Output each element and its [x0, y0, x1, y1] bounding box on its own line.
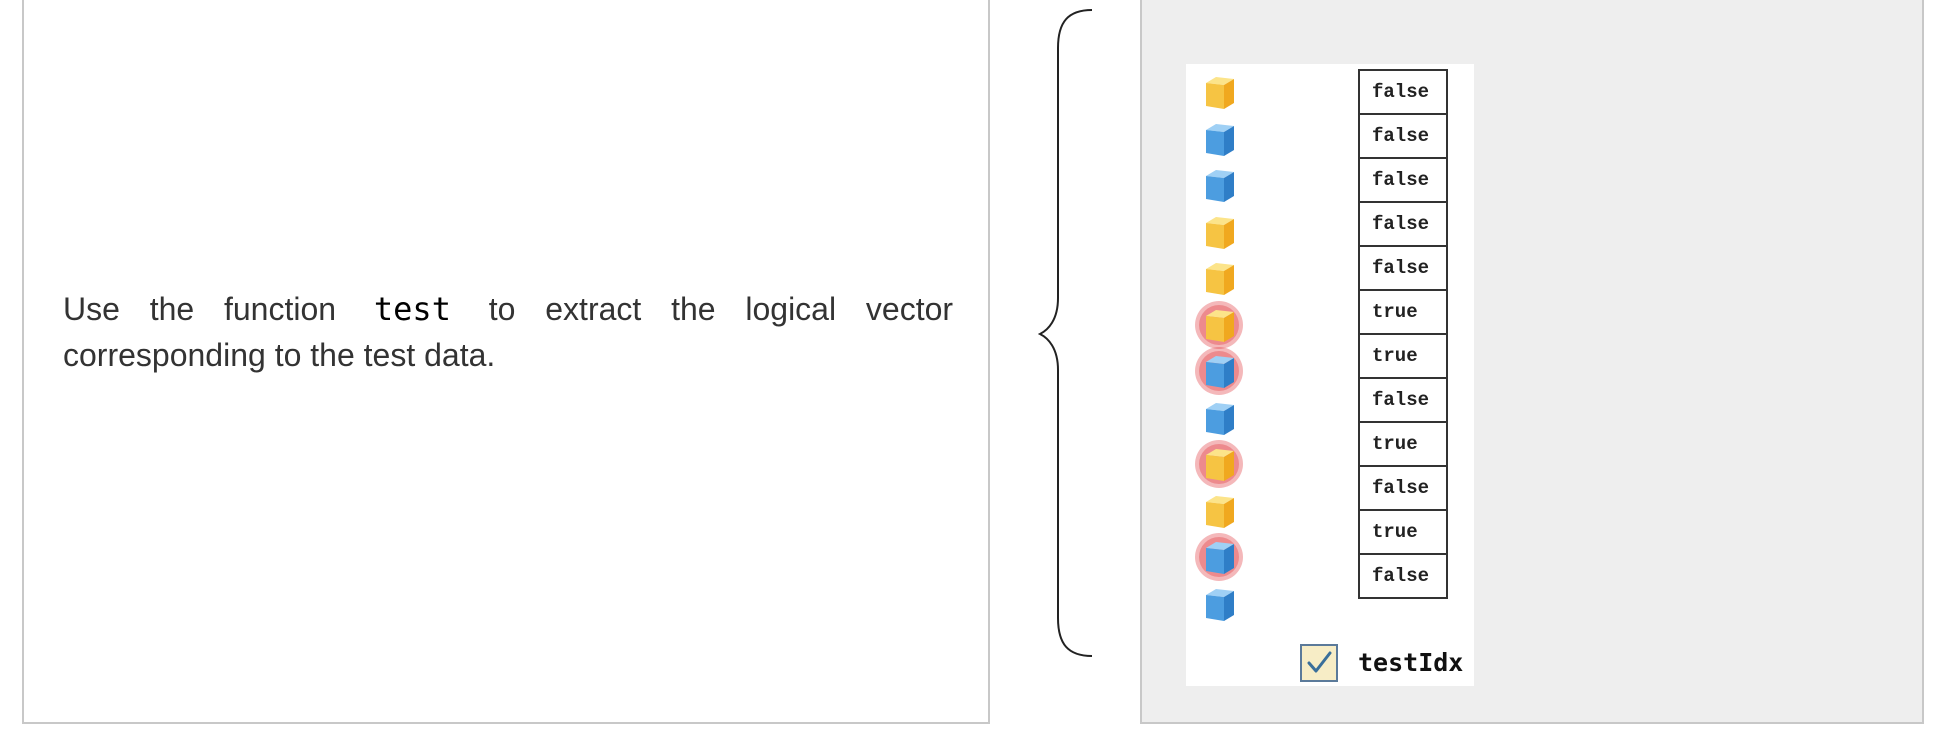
yellow-cube-icon: [1200, 259, 1238, 297]
vector-row: false: [1358, 245, 1448, 291]
vector-cell: false: [1358, 465, 1448, 511]
vector-cell: false: [1358, 553, 1448, 599]
vector-cell: true: [1358, 289, 1448, 335]
vector-row: false: [1358, 113, 1448, 159]
vector-row: false: [1358, 553, 1448, 599]
vector-cell: false: [1358, 113, 1448, 159]
yellow-cube-icon: [1195, 300, 1243, 349]
yellow-cube-icon: [1195, 440, 1243, 488]
instruction-before: Use the function: [63, 291, 337, 327]
blue-cube-icon: [1200, 585, 1238, 623]
blue-cube-icon: [1200, 166, 1238, 204]
vector-cell: false: [1358, 157, 1448, 203]
vector-row: false: [1358, 157, 1448, 203]
function-name-code: test: [373, 290, 451, 328]
vector-cell: false: [1358, 69, 1448, 115]
vector-cell: true: [1358, 509, 1448, 555]
vector-row: true: [1358, 289, 1448, 335]
vector-cell: false: [1358, 245, 1448, 291]
blue-cube-icon: [1200, 399, 1238, 437]
vector-cell: true: [1358, 421, 1448, 467]
yellow-cube-icon: [1200, 492, 1238, 530]
instruction-text: Use the function test to extract the log…: [63, 286, 953, 378]
logical-vector-table: false false false false false true true false tr…: [1358, 69, 1448, 599]
visual-panel: false false false false false true true false tr…: [1140, 0, 1924, 724]
variable-name: testIdx: [1358, 648, 1464, 677]
vector-cell: true: [1358, 333, 1448, 379]
vector-row: true: [1358, 333, 1448, 379]
checkbox-check-icon: [1300, 644, 1338, 682]
yellow-cube-icon: [1200, 213, 1238, 251]
vector-row: true: [1358, 421, 1448, 467]
vector-row: false: [1358, 201, 1448, 247]
instruction-panel: Use the function test to extract the log…: [22, 0, 990, 724]
vector-row: false: [1358, 69, 1448, 115]
blue-cube-icon: [1195, 347, 1243, 395]
yellow-cube-icon: [1200, 73, 1238, 111]
vector-row: false: [1358, 377, 1448, 423]
logical-vector-figure: false false false false false true true false tr…: [1186, 64, 1474, 686]
blue-cube-icon: [1195, 533, 1243, 581]
blue-cube-icon: [1200, 120, 1238, 158]
vector-cell: false: [1358, 377, 1448, 423]
vector-row: false: [1358, 465, 1448, 511]
vector-row: true: [1358, 509, 1448, 555]
vector-cell: false: [1358, 201, 1448, 247]
curly-brace-icon: [1038, 9, 1093, 657]
